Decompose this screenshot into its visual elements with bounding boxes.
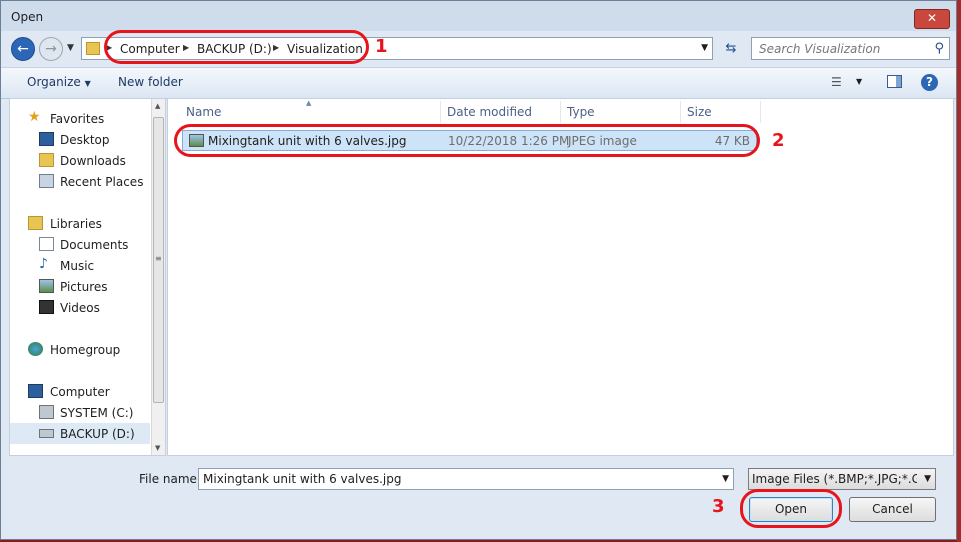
- column-divider[interactable]: [440, 101, 441, 123]
- nav-system-c[interactable]: SYSTEM (C:): [10, 402, 150, 423]
- background-window-edge: [957, 0, 961, 542]
- scroll-down-icon[interactable]: ▼: [155, 444, 160, 452]
- annotation-oval-address: [104, 30, 369, 64]
- annotation-oval-file: [174, 124, 760, 157]
- file-type-select[interactable]: Image Files (*.BMP;*.JPG;*.GIF,* ▼: [748, 468, 936, 490]
- title-bar: Open ✕: [1, 1, 956, 31]
- nav-desktop[interactable]: Desktop: [10, 129, 150, 150]
- music-icon: ♪: [39, 256, 48, 272]
- folder-icon: [86, 42, 100, 55]
- homegroup-icon: [28, 342, 43, 356]
- address-dropdown-icon[interactable]: ▼: [701, 43, 708, 53]
- view-options-dropdown[interactable]: ▼: [856, 77, 862, 86]
- nav-favorites[interactable]: ★ Favorites: [10, 108, 150, 129]
- pictures-icon: [39, 279, 54, 293]
- refresh-button[interactable]: ⇆: [719, 38, 743, 59]
- nav-downloads[interactable]: Downloads: [10, 150, 150, 171]
- annotation-number-1: 1: [375, 36, 388, 57]
- nav-music[interactable]: ♪ Music: [10, 255, 150, 276]
- nav-scrollbar[interactable]: ▲ ≡ ▼: [151, 99, 165, 455]
- nav-documents[interactable]: Documents: [10, 234, 150, 255]
- scroll-up-icon[interactable]: ▲: [155, 102, 160, 110]
- window-title: Open: [11, 10, 44, 24]
- back-button[interactable]: ←: [11, 37, 35, 61]
- preview-pane-icon[interactable]: [887, 75, 902, 88]
- file-type-value: Image Files (*.BMP;*.JPG;*.GIF,*: [752, 472, 917, 486]
- nav-computer[interactable]: Computer: [10, 381, 150, 402]
- chevron-down-icon: ▼: [84, 79, 91, 88]
- file-name-input[interactable]: Mixingtank unit with 6 valves.jpg ▼: [198, 468, 734, 490]
- search-input[interactable]: Search Visualization ⚲: [751, 37, 950, 60]
- nav-recent-places[interactable]: Recent Places: [10, 171, 150, 192]
- search-placeholder: Search Visualization: [759, 42, 881, 56]
- arrow-right-icon: →: [45, 41, 57, 57]
- scroll-thumb[interactable]: ≡: [153, 117, 164, 403]
- forward-button[interactable]: →: [39, 37, 63, 61]
- new-folder-button[interactable]: New folder: [118, 75, 183, 89]
- sort-ascending-icon: ▲: [306, 99, 312, 107]
- star-icon: ★: [28, 109, 41, 125]
- chevron-down-icon[interactable]: ▼: [722, 474, 729, 484]
- libraries-icon: [28, 216, 43, 230]
- desktop-icon: [39, 132, 54, 146]
- nav-videos[interactable]: Videos: [10, 297, 150, 318]
- grip-icon: ≡: [155, 254, 162, 263]
- close-button[interactable]: ✕: [914, 9, 950, 29]
- documents-icon: [39, 237, 54, 251]
- recent-locations-dropdown[interactable]: ▼: [67, 43, 74, 53]
- navigation-pane: ★ Favorites Desktop Downloads Recent Pla…: [9, 98, 166, 456]
- file-name-label: File name:: [139, 472, 201, 486]
- drive-d-icon: [39, 429, 54, 438]
- nav-pictures[interactable]: Pictures: [10, 276, 150, 297]
- change-view-icon[interactable]: ☰: [831, 75, 842, 89]
- chevron-down-icon: ▼: [924, 474, 931, 484]
- refresh-icon: ⇆: [725, 41, 737, 56]
- column-divider[interactable]: [760, 101, 761, 123]
- search-icon[interactable]: ⚲: [934, 41, 944, 56]
- annotation-oval-open: [740, 489, 842, 528]
- nav-homegroup[interactable]: Homegroup: [10, 339, 150, 360]
- open-file-dialog: Open ✕ ← → ▼ ▶ Computer ▶ BACKUP (D:) ▶ …: [0, 0, 957, 540]
- help-icon[interactable]: ?: [921, 74, 938, 91]
- drive-c-icon: [39, 405, 54, 419]
- nav-backup-d[interactable]: BACKUP (D:): [10, 423, 150, 444]
- file-name-value: Mixingtank unit with 6 valves.jpg: [203, 472, 402, 486]
- cancel-button[interactable]: Cancel: [849, 497, 936, 522]
- command-toolbar: Organize ▼ New folder ☰ ▼ ?: [1, 67, 956, 99]
- annotation-number-2: 2: [772, 130, 785, 151]
- column-divider[interactable]: [680, 101, 681, 123]
- nav-libraries[interactable]: Libraries: [10, 213, 150, 234]
- videos-icon: [39, 300, 54, 314]
- column-divider[interactable]: [560, 101, 561, 123]
- computer-icon: [28, 384, 43, 398]
- arrow-left-icon: ←: [17, 41, 29, 57]
- recent-places-icon: [39, 174, 54, 188]
- downloads-folder-icon: [39, 153, 54, 167]
- annotation-number-3: 3: [712, 496, 725, 517]
- organize-menu-button[interactable]: Organize ▼: [27, 75, 91, 89]
